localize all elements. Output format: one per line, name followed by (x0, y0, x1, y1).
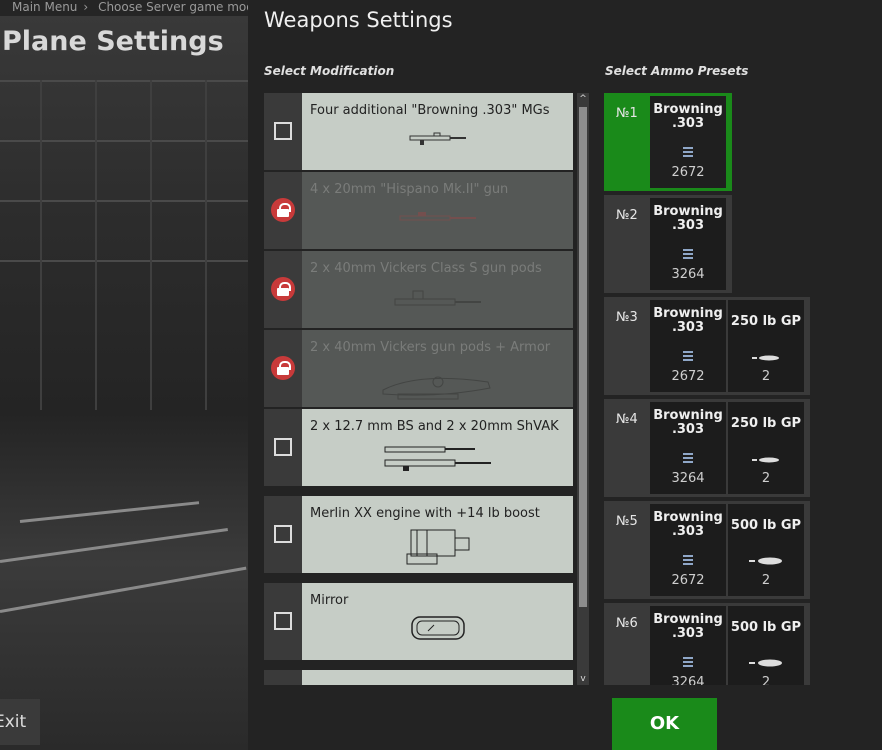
slot-name: 500 lb GP (730, 518, 802, 533)
gun-pod-icon (393, 289, 483, 317)
slot-count: 2672 (671, 573, 705, 588)
engine-icon (403, 524, 473, 572)
preset-slot: Browning .303 2672 (650, 96, 726, 188)
preset-6[interactable]: №6 Browning .303 3264 500 lb GP 2 (604, 603, 810, 685)
chevron-up-icon[interactable]: ^ (577, 93, 589, 105)
dialog-title: Weapons Settings (264, 8, 453, 32)
bomb-icon (748, 653, 784, 672)
slot-count: 3264 (671, 675, 705, 685)
slot-count: 2 (761, 675, 771, 685)
preset-number: №3 (616, 310, 638, 325)
mod-item-hispano[interactable]: 4 x 20mm "Hispano Mk.II" gun (264, 172, 574, 249)
lock-icon (271, 198, 295, 222)
preset-slot: 500 lb GP 2 (728, 606, 804, 685)
ammo-belt-icon (682, 551, 694, 570)
preset-4[interactable]: №4 Browning .303 3264 250 lb GP 2 (604, 399, 810, 497)
slot-count: 2 (761, 369, 771, 384)
breadcrumb-main-menu[interactable]: Main Menu (12, 0, 77, 14)
lock-icon (271, 356, 295, 380)
preset-number: №4 (616, 412, 638, 427)
exit-button[interactable]: Exit (0, 699, 40, 745)
slot-count: 2 (761, 471, 771, 486)
ammo-belt-icon (682, 347, 694, 366)
exit-label: Exit (0, 712, 27, 732)
slot-count: 3264 (671, 267, 705, 282)
mod-item-vickers-armor[interactable]: 2 x 40mm Vickers gun pods + Armor (264, 330, 574, 407)
slot-count: 2672 (671, 165, 705, 180)
slot-name: 250 lb GP (730, 416, 802, 431)
mod-name: Merlin XX engine with +14 lb boost (310, 506, 540, 521)
mod-name: 2 x 40mm Vickers Class S gun pods (310, 261, 542, 276)
ammo-belt-icon (682, 143, 694, 162)
ammo-belt-icon (682, 245, 694, 264)
preset-5[interactable]: №5 Browning .303 2672 500 lb GP 2 (604, 501, 810, 599)
preset-slot: Browning .303 3264 (650, 402, 726, 494)
slot-count: 2672 (671, 369, 705, 384)
mod-item-bs-shvak[interactable]: 2 x 12.7 mm BS and 2 x 20mm ShVAK (264, 409, 574, 486)
select-ammo-label: Select Ammo Presets (605, 64, 749, 78)
mod-item-mirror[interactable]: Mirror (264, 583, 574, 660)
slot-name: Browning .303 (653, 612, 723, 641)
slot-name: 500 lb GP (730, 620, 802, 635)
ammo-belt-icon (682, 449, 694, 468)
machine-gun-icon (408, 131, 468, 150)
breadcrumb-choose-server[interactable]: Choose Server game mod (98, 0, 250, 14)
hangar-background (0, 0, 250, 750)
ammo-belt-icon (682, 653, 694, 672)
mod-name: 2 x 12.7 mm BS and 2 x 20mm ShVAK (310, 419, 559, 434)
preset-2[interactable]: №2 Browning .303 3264 (604, 195, 732, 293)
mirror-icon (408, 613, 468, 647)
slot-name: Browning .303 (653, 408, 723, 437)
chevron-down-icon[interactable]: v (577, 673, 589, 685)
bomb-icon (748, 551, 784, 570)
slot-name: Browning .303 (653, 306, 723, 335)
mod-item-partial[interactable] (264, 670, 574, 685)
gun-pod-armor-icon (378, 368, 498, 408)
mod-item-browning[interactable]: Four additional "Browning .303" MGs (264, 93, 574, 170)
mod-checkbox[interactable] (274, 438, 292, 456)
modification-list: Four additional "Browning .303" MGs 4 x … (264, 93, 574, 685)
cannon-icon (398, 210, 478, 229)
breadcrumb: Main Menu › Choose Server game mod (0, 0, 250, 16)
preset-3[interactable]: №3 Browning .303 2672 250 lb GP 2 (604, 297, 810, 395)
twin-guns-icon (383, 443, 493, 477)
preset-slot: Browning .303 2672 (650, 300, 726, 392)
slot-name: Browning .303 (653, 204, 723, 233)
scrollbar-thumb[interactable] (579, 107, 587, 607)
mod-item-vickers-class-s[interactable]: 2 x 40mm Vickers Class S gun pods (264, 251, 574, 328)
mod-checkbox[interactable] (274, 525, 292, 543)
mods-scrollbar[interactable]: ^ v (577, 93, 589, 685)
ammo-preset-list: №1 Browning .303 2672 №2 Browning .303 3… (604, 93, 824, 685)
mod-checkbox[interactable] (274, 122, 292, 140)
lock-icon (271, 277, 295, 301)
bomb-icon (751, 347, 781, 366)
mod-item-merlin-engine[interactable]: Merlin XX engine with +14 lb boost (264, 496, 574, 573)
weapons-settings-dialog: Weapons Settings Select Modification Sel… (248, 0, 882, 750)
preset-number: №1 (616, 106, 638, 121)
preset-number: №6 (616, 616, 638, 631)
bomb-icon (751, 449, 781, 468)
preset-slot: 250 lb GP 2 (728, 300, 804, 392)
slot-count: 3264 (671, 471, 705, 486)
slot-count: 2 (761, 573, 771, 588)
page-title: Plane Settings (2, 26, 224, 57)
mod-name: 4 x 20mm "Hispano Mk.II" gun (310, 182, 509, 197)
mod-name: Mirror (310, 593, 349, 608)
preset-number: №5 (616, 514, 638, 529)
preset-slot: 250 lb GP 2 (728, 402, 804, 494)
slot-name: 250 lb GP (730, 314, 802, 329)
ok-button[interactable]: OK (612, 698, 717, 750)
select-modification-label: Select Modification (264, 64, 395, 78)
slot-name: Browning .303 (653, 102, 723, 131)
preset-1[interactable]: №1 Browning .303 2672 (604, 93, 732, 191)
preset-number: №2 (616, 208, 638, 223)
slot-name: Browning .303 (653, 510, 723, 539)
mod-name: Four additional "Browning .303" MGs (310, 103, 550, 118)
preset-slot: 500 lb GP 2 (728, 504, 804, 596)
mod-checkbox[interactable] (274, 612, 292, 630)
preset-slot: Browning .303 3264 (650, 198, 726, 290)
preset-slot: Browning .303 3264 (650, 606, 726, 685)
preset-slot: Browning .303 2672 (650, 504, 726, 596)
mod-name: 2 x 40mm Vickers gun pods + Armor (310, 340, 551, 355)
